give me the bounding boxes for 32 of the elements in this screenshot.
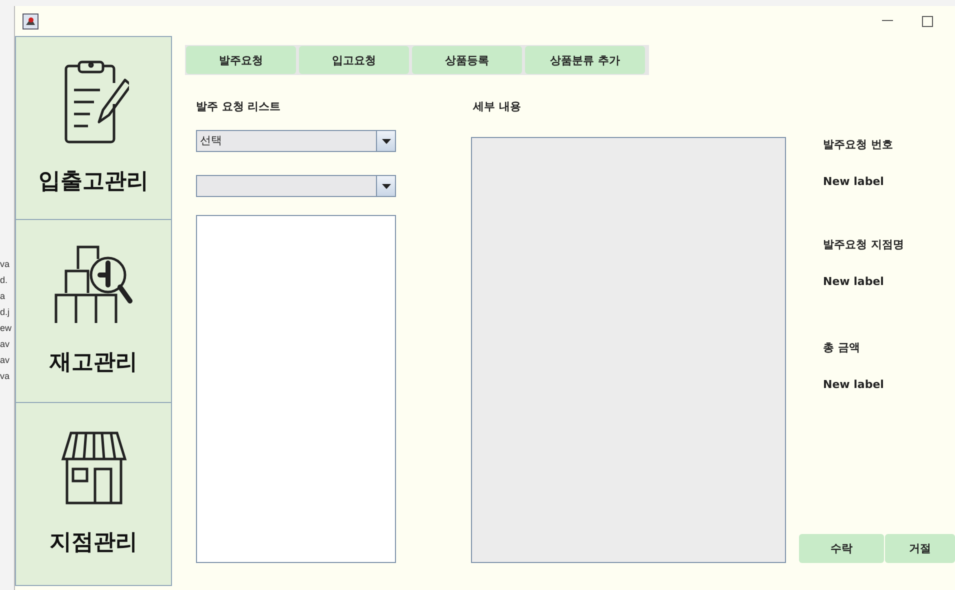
action-button[interactable]: 수락 (799, 534, 884, 563)
action-button[interactable]: 거절 (885, 534, 955, 563)
tab[interactable]: 상품등록 (412, 46, 522, 74)
tab[interactable]: 발주요청 (186, 46, 296, 74)
field-label: 발주요청 지점명 (823, 239, 905, 251)
maximize-icon (922, 16, 932, 26)
dropdown-arrow-icon (382, 138, 390, 144)
code-fragment: av (0, 354, 11, 367)
code-fragment: a (0, 290, 6, 303)
minimize-icon (882, 20, 892, 22)
boxes-magnifier-icon (54, 245, 134, 325)
order-list[interactable] (196, 215, 396, 563)
section-title: 세부 내용 (472, 99, 522, 114)
tab[interactable]: 입고요청 (299, 46, 409, 74)
field-value: New label (823, 276, 885, 288)
code-fragment: ew (0, 322, 13, 335)
tab[interactable]: 상품분류 추가 (525, 46, 645, 74)
combo-box[interactable]: 선택 (196, 130, 396, 152)
code-fragment: av (0, 338, 11, 351)
code-fragment: d.j (0, 306, 11, 319)
store-icon (60, 431, 126, 505)
code-fragment: d. (0, 274, 9, 287)
detail-text-area[interactable] (471, 137, 786, 563)
field-label: 총 금액 (823, 342, 861, 354)
combo-box[interactable] (196, 175, 396, 197)
field-label: 발주요청 번호 (823, 139, 894, 151)
field-value: New label (823, 379, 885, 391)
code-fragment: va (0, 370, 11, 383)
dropdown-arrow-icon (382, 184, 390, 188)
field-value: New label (823, 176, 885, 188)
section-title: 발주 요청 리스트 (196, 99, 282, 114)
code-fragment: va (0, 258, 11, 271)
